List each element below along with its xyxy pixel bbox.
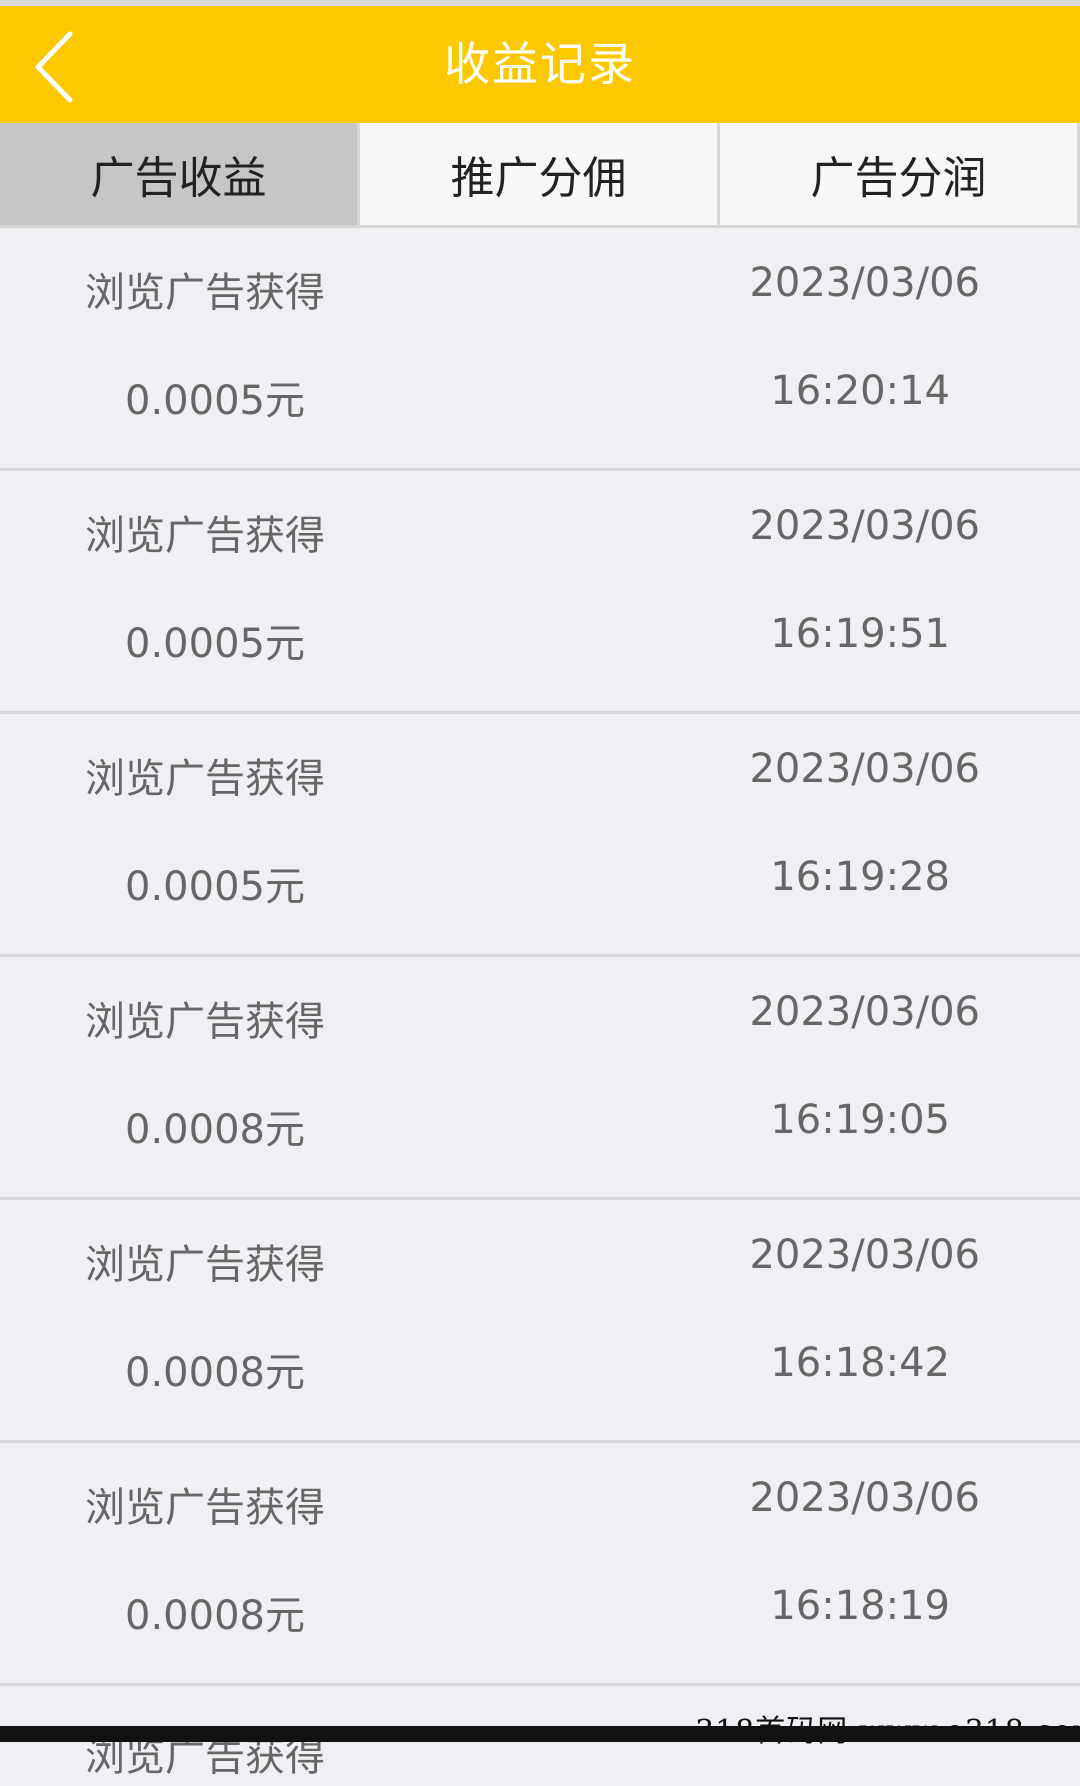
record-amount: 0.0005元 xyxy=(125,621,305,667)
income-record-list: 浏览广告获得 0.0005元 2023/03/06 16:20:14 浏览广告获… xyxy=(0,228,1080,1786)
record-amount: 0.0008元 xyxy=(125,1350,305,1396)
record-time: 16:20:14 xyxy=(770,368,950,414)
record-time: 16:19:51 xyxy=(770,611,950,657)
tab-label: 广告收益 xyxy=(90,153,267,204)
record-date: 2023/03/06 xyxy=(749,503,980,549)
record-description: 浏览广告获得 xyxy=(85,270,325,316)
record-date: 2023/03/06 xyxy=(749,1232,980,1278)
record-description: 浏览广告获得 xyxy=(85,1242,325,1288)
list-item: 浏览广告获得 0.0005元 2023/03/06 16:19:51 xyxy=(0,471,1080,714)
list-item: 浏览广告获得 0.0008元 2023/03/06 16:18:19 xyxy=(0,1443,1080,1686)
record-date: 2023/03/06 xyxy=(749,746,980,792)
tab-promotion-commission[interactable]: 推广分佣 xyxy=(360,123,720,225)
list-item: 浏览广告获得 0.0008元 2023/03/06 16:18:42 xyxy=(0,1200,1080,1443)
record-amount: 0.0008元 xyxy=(125,1107,305,1153)
app-header: 收益记录 xyxy=(0,6,1080,123)
record-time: 16:19:05 xyxy=(770,1097,950,1143)
record-description: 浏览广告获得 xyxy=(85,756,325,802)
chevron-left-icon xyxy=(35,31,73,103)
tab-label: 推广分佣 xyxy=(450,153,627,204)
bottom-bar xyxy=(0,1726,1080,1742)
record-amount: 0.0008元 xyxy=(125,1593,305,1639)
record-date: 2023/03/06 xyxy=(749,260,980,306)
page-title: 收益记录 xyxy=(444,37,636,91)
record-description: 浏览广告获得 xyxy=(85,999,325,1045)
record-amount: 0.0005元 xyxy=(125,378,305,424)
tab-ad-profit-share[interactable]: 广告分润 xyxy=(720,123,1080,225)
back-button[interactable] xyxy=(22,22,102,112)
record-time: 16:18:42 xyxy=(770,1340,950,1386)
list-item: 浏览广告获得 0.0008元 2023/03/06 16:19:05 xyxy=(0,957,1080,1200)
tab-label: 广告分润 xyxy=(810,153,987,204)
record-amount: 0.0005元 xyxy=(125,864,305,910)
tab-ad-income[interactable]: 广告收益 xyxy=(0,123,360,225)
tab-bar: 广告收益 推广分佣 广告分润 xyxy=(0,123,1080,228)
record-date: 2023/03/06 xyxy=(749,1475,980,1521)
record-description: 浏览广告获得 xyxy=(85,1485,325,1531)
record-description: 浏览广告获得 xyxy=(85,513,325,559)
record-time: 16:18:19 xyxy=(770,1583,950,1629)
record-time: 16:19:28 xyxy=(770,854,950,900)
list-item: 浏览广告获得 0.0005元 2023/03/06 16:19:28 xyxy=(0,714,1080,957)
record-date: 2023/03/06 xyxy=(749,989,980,1035)
list-item: 浏览广告获得 0.0005元 2023/03/06 16:20:14 xyxy=(0,228,1080,471)
